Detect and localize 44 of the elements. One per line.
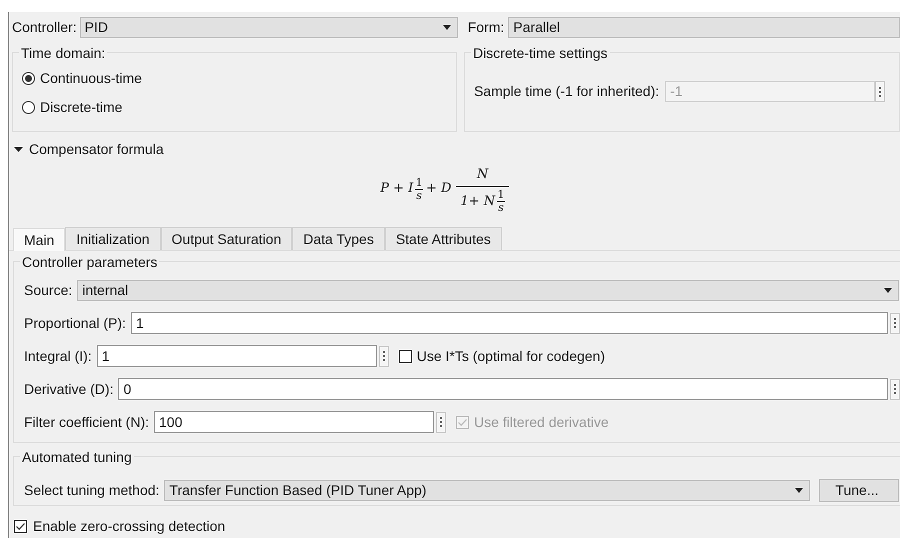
more-options-button[interactable] xyxy=(890,312,900,334)
checkbox[interactable] xyxy=(398,350,412,362)
tab[interactable]: Main xyxy=(13,228,66,251)
input-field[interactable]: 100 xyxy=(154,411,434,433)
radio-button[interactable] xyxy=(22,101,35,114)
expand-triangle-icon[interactable] xyxy=(14,145,23,154)
input-field[interactable]: 1 xyxy=(130,312,888,334)
field-label: Proportional (P): xyxy=(24,314,126,333)
field-label: Form: xyxy=(468,18,504,37)
input-field[interactable]: 1 xyxy=(96,345,377,367)
field-label: Integral (I): xyxy=(24,346,92,366)
checkbox[interactable] xyxy=(14,520,27,533)
option-label: Use I*Ts (optimal for codegen) xyxy=(416,346,606,366)
tab[interactable]: Data Types xyxy=(292,227,385,250)
option-label: Discrete-time xyxy=(40,98,122,117)
caret-icon xyxy=(442,25,451,30)
more-options-button[interactable] xyxy=(875,81,886,102)
more-options-button[interactable] xyxy=(378,346,389,366)
caret-icon xyxy=(795,488,804,493)
controller-dropdown[interactable]: PID xyxy=(80,17,458,38)
caret-icon xyxy=(884,288,892,293)
form-dropdown[interactable]: Parallel xyxy=(508,17,900,38)
tune-button[interactable]: Tune... xyxy=(819,479,900,502)
option-label: Enable zero-crossing detection xyxy=(33,517,226,536)
option-label: Use filtered derivative xyxy=(474,412,609,432)
field-label: Controller: xyxy=(12,18,77,37)
field-label: Derivative (D): xyxy=(24,380,114,399)
field-label: Sample time (-1 for inherited): xyxy=(474,82,660,101)
section-label: Compensator formula xyxy=(29,140,164,159)
tuning-method-dropdown[interactable]: Transfer Function Based (PID Tuner App) xyxy=(164,480,810,501)
option-label: Continuous-time xyxy=(40,69,142,88)
more-options-button[interactable] xyxy=(436,412,446,432)
field-label: Filter coefficient (N): xyxy=(24,412,149,432)
tab[interactable]: Output Saturation xyxy=(160,227,292,250)
source-dropdown[interactable]: internal xyxy=(77,280,900,301)
tab[interactable]: Initialization xyxy=(65,227,161,250)
vertical-dots-icon xyxy=(879,86,882,96)
field-label: Select tuning method: xyxy=(24,481,160,500)
vertical-dots-icon xyxy=(382,351,385,361)
radio-button[interactable] xyxy=(22,72,35,85)
field-label: Source: xyxy=(24,281,72,300)
more-options-button[interactable] xyxy=(890,378,900,400)
tab[interactable]: State Attributes xyxy=(384,227,502,250)
input-field[interactable]: 0 xyxy=(118,378,888,400)
